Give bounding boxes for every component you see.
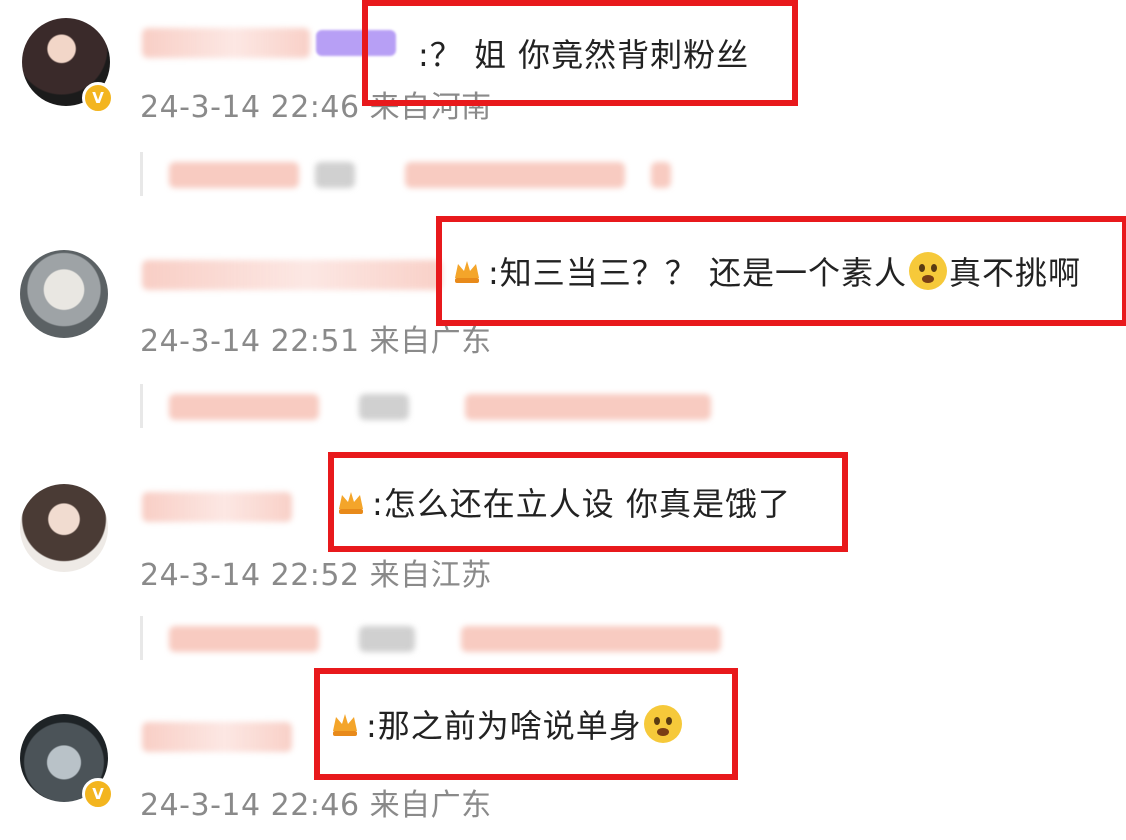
reply-preview-blurred[interactable]	[140, 384, 733, 428]
verified-badge-icon: V	[82, 82, 114, 114]
comment-meta: 24-3-14 22:46 来自广东	[140, 788, 492, 823]
highlight-box: :怎么还在立人设 你真是饿了	[328, 452, 848, 552]
comment-text: :？ 姐 你竟然背刺粉丝	[418, 36, 750, 74]
comment-text: :怎么还在立人设 你真是饿了	[372, 485, 791, 523]
comment-text: :那之前为啥说单身	[366, 707, 642, 745]
fan-crown-icon	[455, 261, 479, 283]
fan-crown-icon	[333, 714, 357, 736]
avatar[interactable]	[20, 484, 108, 572]
comment-meta: 24-3-14 22:52 来自江苏	[140, 558, 492, 593]
username-blurred[interactable]	[142, 28, 310, 58]
comment-text: :知三当三？？ 还是一个素人	[488, 254, 907, 292]
avatar[interactable]	[20, 250, 108, 338]
username-blurred[interactable]	[142, 492, 292, 522]
reply-preview-blurred[interactable]	[140, 616, 733, 660]
username-blurred[interactable]	[142, 260, 442, 290]
laugh-cry-emoji	[908, 252, 947, 290]
fan-crown-icon	[339, 492, 363, 514]
reply-preview-blurred[interactable]	[140, 152, 683, 196]
verified-badge-icon: V	[82, 778, 114, 810]
username-blurred[interactable]	[142, 722, 292, 752]
highlight-box: :？ 姐 你竟然背刺粉丝	[362, 0, 798, 106]
highlight-box: :知三当三？？ 还是一个素人 真不挑啊	[436, 216, 1126, 326]
highlight-box: :那之前为啥说单身	[314, 668, 738, 780]
shocked-emoji	[643, 705, 682, 743]
comment-text-after: 真不挑啊	[948, 254, 1081, 292]
